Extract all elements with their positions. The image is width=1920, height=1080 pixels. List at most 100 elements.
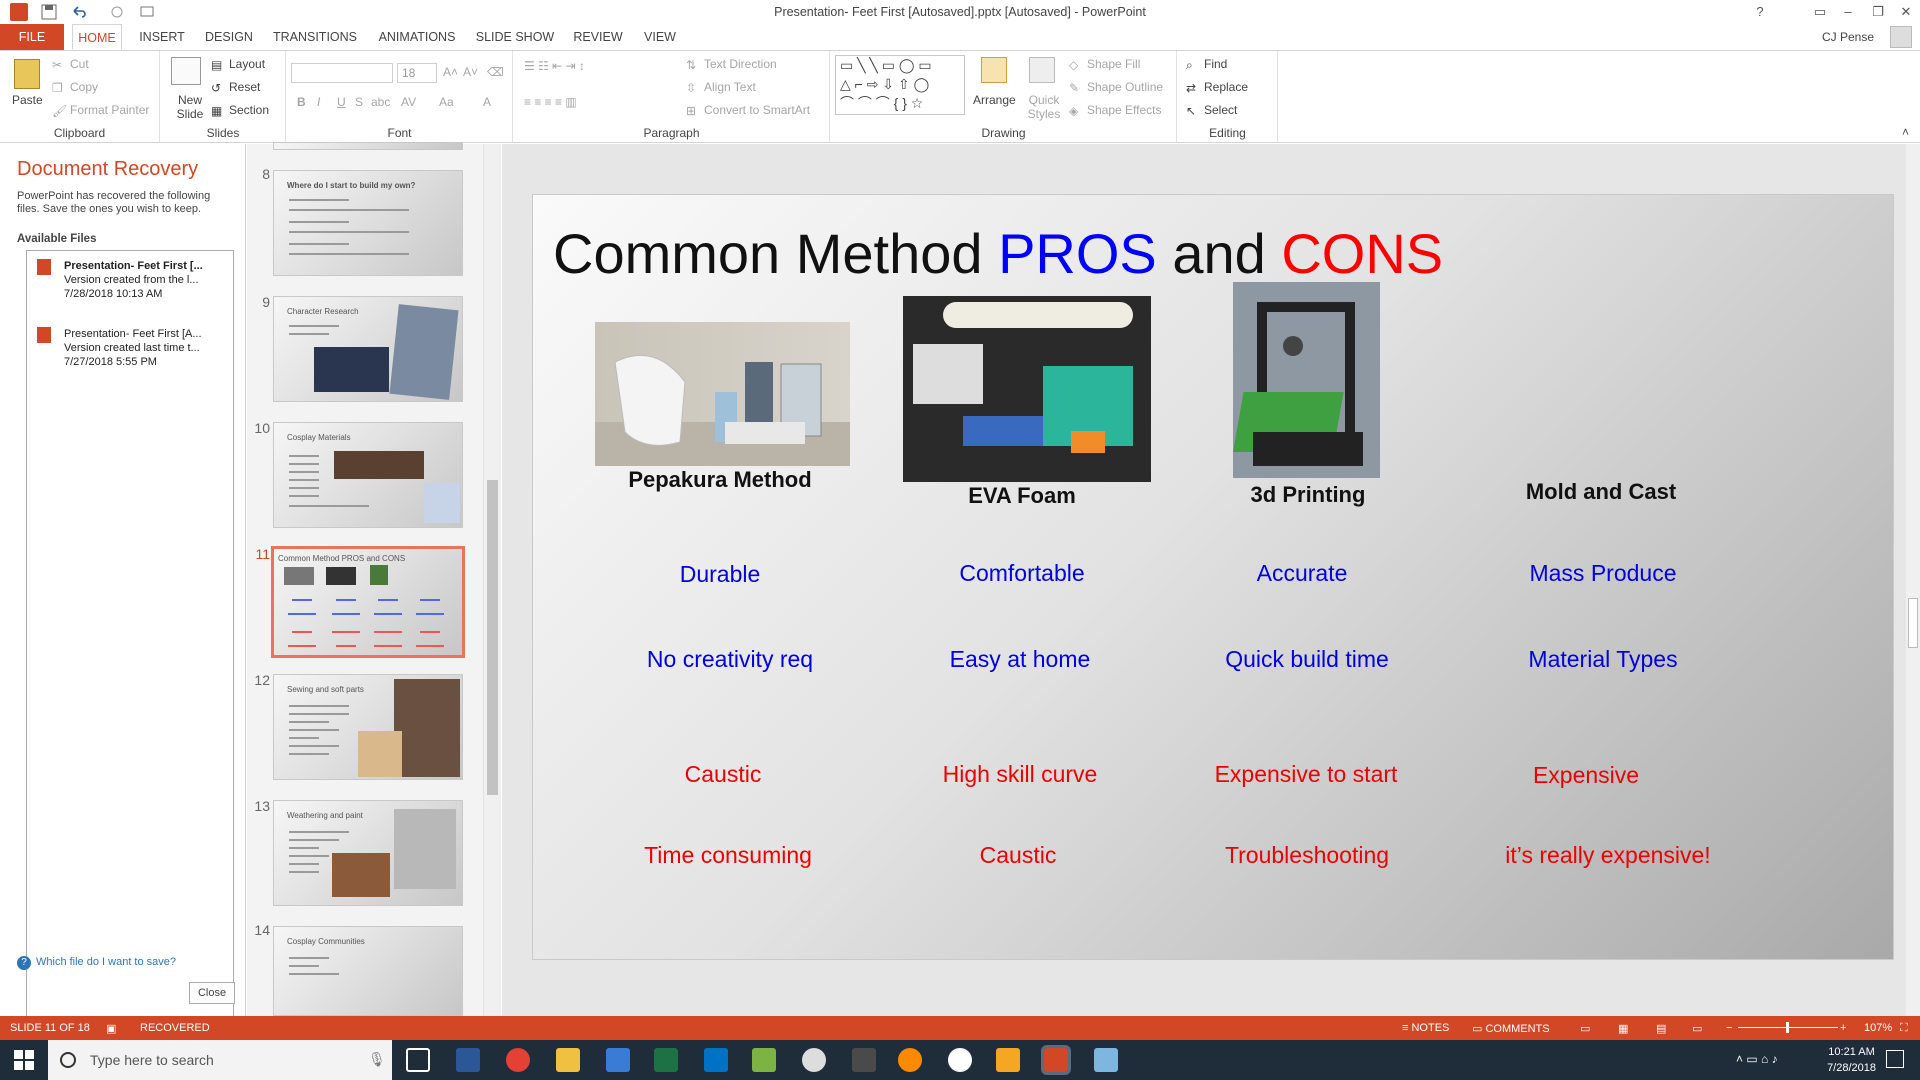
zoom-level[interactable]: 107%	[1864, 1022, 1892, 1034]
comments-button[interactable]: ▭ COMMENTS	[1472, 1022, 1550, 1035]
windows-start-icon[interactable]	[14, 1050, 34, 1070]
tab-view[interactable]: VIEW	[638, 24, 682, 50]
con-item[interactable]: Caustic	[858, 842, 1178, 869]
ribbon-display-options-icon[interactable]: ▭	[1808, 2, 1832, 22]
pro-item[interactable]: Quick build time	[1147, 646, 1467, 673]
scrollbar-thumb[interactable]	[1908, 598, 1918, 648]
tab-design[interactable]: DESIGN	[203, 24, 255, 50]
scrollbar-thumb[interactable]	[487, 480, 498, 795]
notes-button[interactable]: ≡ NOTES	[1402, 1022, 1449, 1034]
convert-smartart-button[interactable]: ⊞ Convert to SmartArt	[686, 103, 810, 118]
xbox-icon[interactable]	[802, 1048, 826, 1072]
spellcheck-icon[interactable]: ▣	[106, 1022, 116, 1035]
method-heading[interactable]: EVA Foam	[872, 483, 1172, 509]
pro-item[interactable]: Easy at home	[860, 646, 1180, 673]
slide-thumbnail[interactable]: Where do I start to build my own?	[273, 170, 463, 276]
slide-thumbnail-selected[interactable]: Common Method PROS and CONS	[271, 546, 465, 658]
recovered-file-item[interactable]: Presentation- Feet First [... Version cre…	[37, 259, 227, 301]
con-item[interactable]: Expensive	[1426, 762, 1746, 789]
arrange-button[interactable]: Arrange	[973, 93, 1016, 107]
calculator-icon[interactable]	[852, 1048, 876, 1072]
slide-thumbnail[interactable]	[273, 142, 463, 150]
chrome-icon[interactable]	[506, 1048, 530, 1072]
vlc-icon[interactable]	[996, 1048, 1020, 1072]
tab-home[interactable]: HOME	[72, 24, 122, 50]
change-case-button[interactable]: Aa	[439, 95, 454, 109]
tab-file[interactable]: FILE	[0, 24, 64, 50]
shape-fill-button[interactable]: ◇ Shape Fill	[1069, 57, 1140, 72]
reading-view-icon[interactable]: ▤	[1656, 1022, 1666, 1035]
format-painter-button[interactable]: 🖌 Format Painter	[52, 103, 149, 118]
layout-button[interactable]: ▤ Layout	[211, 57, 265, 72]
char-spacing-button[interactable]: AV	[401, 95, 416, 109]
slide-thumbnail[interactable]: Character Research	[273, 296, 463, 402]
font-color-button[interactable]: A	[483, 95, 491, 109]
minimize-button[interactable]: –	[1836, 2, 1860, 22]
close-window-button[interactable]: ✕	[1894, 2, 1918, 22]
zoom-in-button[interactable]: +	[1840, 1022, 1846, 1034]
reset-button[interactable]: ↺ Reset	[211, 80, 260, 95]
con-item[interactable]: Expensive to start	[1146, 761, 1466, 788]
user-name[interactable]: CJ Pense	[1822, 30, 1874, 44]
clear-formatting-icon[interactable]: ⌫	[487, 65, 504, 79]
pro-item[interactable]: Comfortable	[862, 560, 1182, 587]
paste-button[interactable]: Paste	[12, 93, 43, 107]
find-button[interactable]: ⌕ Find	[1186, 57, 1227, 72]
firefox-icon[interactable]	[898, 1048, 922, 1072]
restore-button[interactable]: ❐	[1866, 2, 1890, 22]
underline-button[interactable]: U	[337, 95, 346, 109]
shape-outline-button[interactable]: ✎ Shape Outline	[1069, 80, 1163, 95]
section-button[interactable]: ▦ Section	[211, 103, 269, 118]
slide-sorter-icon[interactable]: ▦	[1618, 1022, 1628, 1035]
slide-counter[interactable]: SLIDE 11 OF 18	[10, 1022, 90, 1034]
tab-insert[interactable]: INSERT	[136, 24, 188, 50]
tab-transitions[interactable]: TRANSITIONS	[270, 24, 360, 50]
new-slide-button[interactable]: New Slide	[173, 93, 207, 121]
search-input[interactable]: Type here to search	[90, 1052, 214, 1068]
grow-font-icon[interactable]: A˄	[443, 65, 458, 79]
microphone-icon[interactable]: 🎙	[368, 1051, 386, 1068]
file-explorer-icon[interactable]	[556, 1048, 580, 1072]
new-slide-icon[interactable]	[171, 57, 201, 85]
slide-thumbnail[interactable]: Weathering and paint	[273, 800, 463, 906]
slide-thumbnail[interactable]: Cosplay Communities	[273, 926, 463, 1016]
slide-title[interactable]: Common Method PROS and CONS	[553, 221, 1443, 286]
thumbnails-scrollbar[interactable]	[483, 144, 501, 1016]
powerpoint-taskbar-icon[interactable]	[1041, 1045, 1071, 1075]
pro-item[interactable]: No creativity req	[570, 646, 890, 673]
collapse-ribbon-icon[interactable]: ˄	[1902, 125, 1909, 139]
pro-item[interactable]: Material Types	[1443, 646, 1763, 673]
normal-view-icon[interactable]: ▭	[1580, 1022, 1590, 1035]
excel-icon[interactable]	[654, 1048, 678, 1072]
con-item[interactable]: it’s really expensive!	[1448, 842, 1768, 869]
app-icon-2[interactable]	[1094, 1048, 1118, 1072]
tray-icons[interactable]: ˄ ▭ ⌂ ♪	[1736, 1052, 1778, 1066]
method-heading[interactable]: 3d Printing	[1158, 482, 1458, 508]
avatar[interactable]	[1890, 26, 1912, 48]
method-heading[interactable]: Mold and Cast	[1451, 479, 1751, 505]
minecraft-icon[interactable]	[752, 1048, 776, 1072]
slide-thumbnail[interactable]: Sewing and soft parts	[273, 674, 463, 780]
tab-slide-show[interactable]: SLIDE SHOW	[472, 24, 558, 50]
paste-icon[interactable]	[14, 59, 40, 89]
select-button[interactable]: ↖ Select	[1186, 103, 1237, 118]
slide-scrollbar[interactable]	[1906, 144, 1920, 1016]
con-item[interactable]: Time consuming	[568, 842, 888, 869]
shadow-button[interactable]: abc	[371, 95, 390, 109]
word-icon[interactable]	[456, 1048, 480, 1072]
tab-review[interactable]: REVIEW	[570, 24, 626, 50]
zoom-out-button[interactable]: −	[1726, 1022, 1732, 1034]
taskbar-search[interactable]: Type here to search 🎙	[48, 1040, 392, 1080]
method-heading[interactable]: Pepakura Method	[570, 467, 870, 493]
italic-button[interactable]: I	[317, 95, 320, 109]
cut-button[interactable]: ✂ Cut	[52, 57, 89, 72]
task-view-icon[interactable]	[406, 1048, 430, 1072]
pepakura-photo[interactable]	[595, 322, 850, 466]
con-item[interactable]: Caustic	[563, 761, 883, 788]
help-button[interactable]: ?	[1748, 2, 1772, 22]
zoom-slider-thumb[interactable]	[1786, 1022, 1789, 1033]
3d-printer-photo[interactable]	[1233, 282, 1380, 478]
bullets-icon[interactable]: ☰ ☷ ⇤ ⇥ ↕	[524, 59, 585, 73]
copy-button[interactable]: ❐ Copy	[52, 80, 98, 95]
eva-foam-photo[interactable]	[903, 296, 1151, 482]
